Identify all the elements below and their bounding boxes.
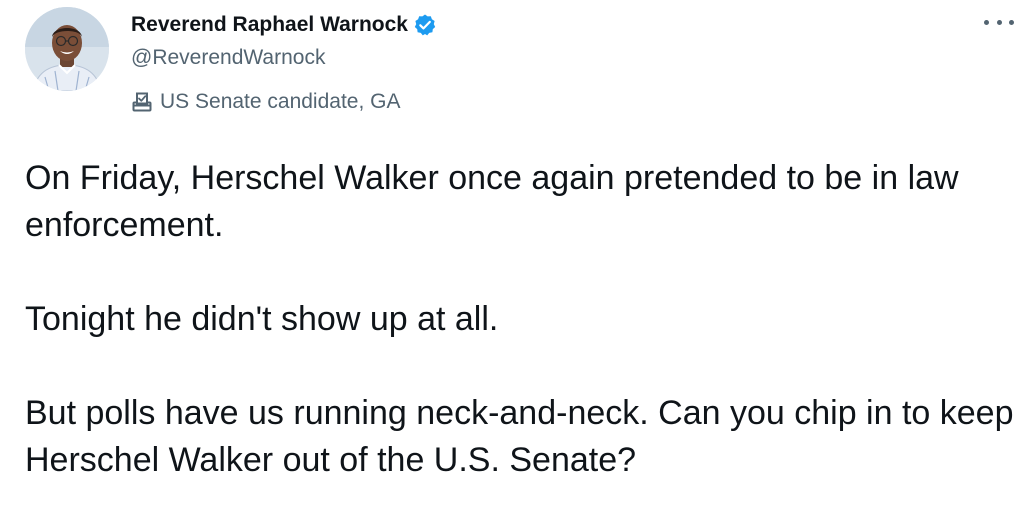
author-name-row: Reverend Raphael Warnock — [131, 10, 437, 40]
tweet-paragraph: On Friday, Herschel Walker once again pr… — [25, 159, 959, 244]
author-affiliation-label: US Senate candidate, GA — [160, 90, 401, 113]
tweet-paragraph: But polls have us running neck-and-neck.… — [25, 394, 1014, 479]
avatar[interactable] — [25, 7, 109, 91]
author-label-row: US Senate candidate, GA — [131, 88, 401, 116]
tweet-card: Reverend Raphael Warnock @ReverendWarnoc… — [0, 0, 1036, 505]
avatar-image — [25, 7, 109, 91]
more-dot — [984, 19, 989, 25]
author-handle[interactable]: @ReverendWarnock — [131, 46, 325, 70]
ballot-box-icon — [131, 91, 153, 113]
more-dot — [996, 19, 1002, 25]
verified-badge-icon — [413, 13, 437, 37]
author-display-name[interactable]: Reverend Raphael Warnock — [131, 13, 408, 37]
tweet-text: On Friday, Herschel Walker once again pr… — [25, 155, 1025, 484]
more-options-icon[interactable] — [984, 12, 1014, 32]
tweet-paragraph: Tonight he didn't show up at all. — [25, 300, 499, 338]
more-dot — [1009, 19, 1014, 25]
